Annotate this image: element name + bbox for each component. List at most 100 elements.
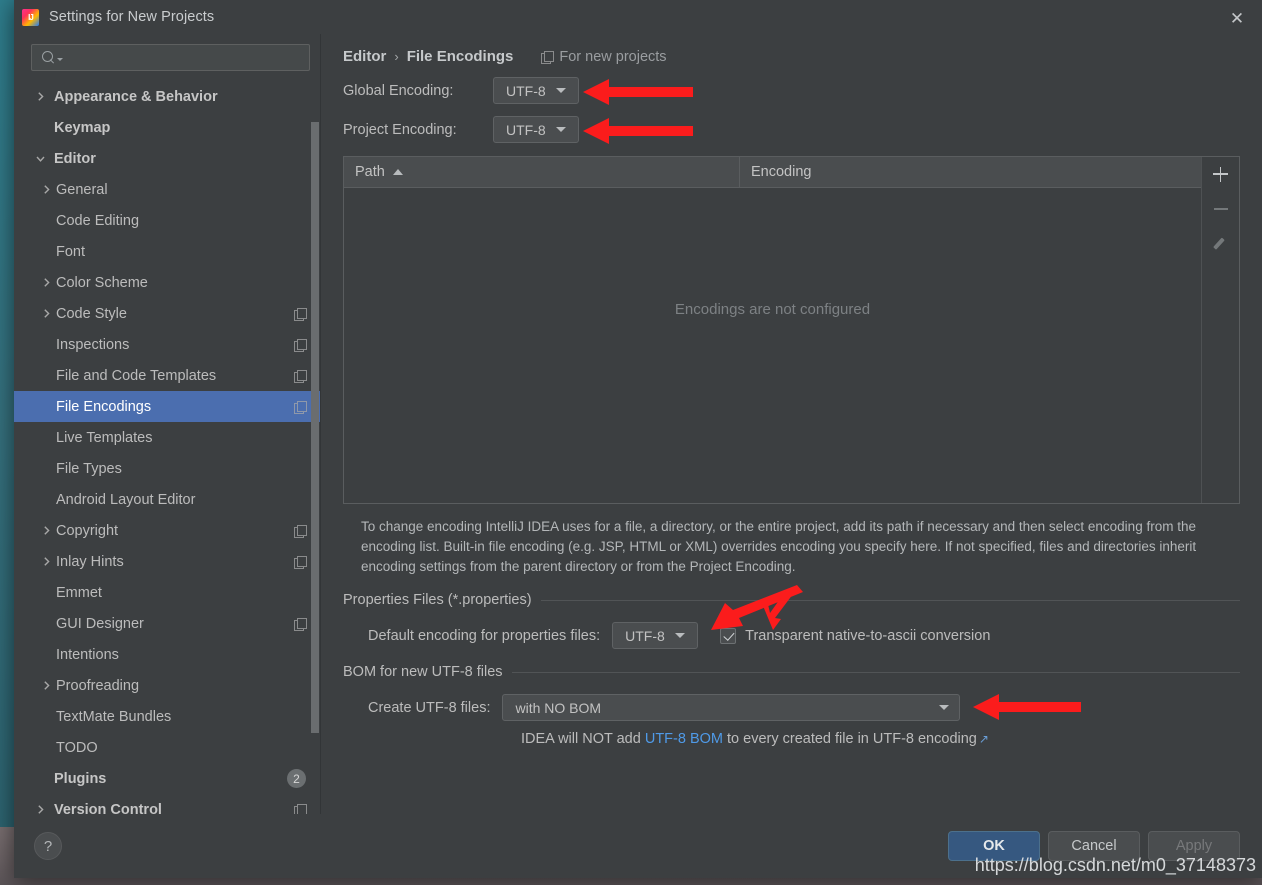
column-header-path-label: Path — [355, 164, 385, 180]
plus-icon — [1213, 166, 1228, 182]
properties-files-group-title: Properties Files (*.properties) — [343, 592, 532, 608]
add-encoding-button[interactable] — [1208, 161, 1234, 187]
sidebar-item-label: Plugins — [54, 770, 107, 787]
global-encoding-label: Global Encoding: — [343, 82, 454, 99]
create-utf8-row: Create UTF-8 files: with NO BOM — [343, 694, 1240, 721]
column-header-encoding[interactable]: Encoding — [740, 157, 822, 187]
chevron-right-icon — [38, 184, 54, 195]
sidebar-item-label: File Types — [56, 460, 122, 477]
sidebar-item-font[interactable]: Font — [14, 236, 320, 267]
footer-buttons: OK Cancel Apply — [948, 831, 1240, 861]
sidebar-item-color-scheme[interactable]: Color Scheme — [14, 267, 320, 298]
chevron-right-icon — [32, 804, 48, 814]
encodings-table-main: Path Encoding Encodings are not configur… — [344, 157, 1201, 503]
sidebar-item-file-and-code-templates[interactable]: File and Code Templates — [14, 360, 320, 391]
help-button[interactable]: ? — [34, 832, 62, 860]
settings-tree: Appearance & Behavior Keymap Editor General… — [14, 79, 320, 814]
project-encoding-row: Project Encoding: UTF-8 — [343, 116, 1240, 144]
sidebar-item-copyright[interactable]: Copyright — [14, 515, 320, 546]
global-encoding-combo[interactable]: UTF-8 — [493, 77, 579, 104]
sidebar-item-inspections[interactable]: Inspections — [14, 329, 320, 360]
intellij-idea-icon — [22, 8, 39, 26]
global-encoding-value: UTF-8 — [506, 82, 546, 99]
properties-files-group: Properties Files (*.properties) Default … — [343, 585, 1240, 649]
sidebar-item-live-templates[interactable]: Live Templates — [14, 422, 320, 453]
sidebar-item-code-editing[interactable]: Code Editing — [14, 205, 320, 236]
sidebar-item-proofreading[interactable]: Proofreading — [14, 670, 320, 701]
sidebar-item-code-style[interactable]: Code Style — [14, 298, 320, 329]
project-encoding-label: Project Encoding: — [343, 121, 457, 138]
column-header-path[interactable]: Path — [344, 157, 740, 187]
chevron-right-icon — [38, 680, 54, 691]
utf8-bom-link[interactable]: UTF-8 BOM — [645, 731, 723, 747]
sidebar-item-editor[interactable]: Editor — [14, 143, 320, 174]
sidebar-item-file-encodings[interactable]: File Encodings — [14, 391, 320, 422]
sidebar-item-todo[interactable]: TODO — [14, 732, 320, 763]
copy-scope-icon — [541, 50, 555, 64]
bom-group-header: BOM for new UTF-8 files — [343, 664, 1240, 680]
chevron-down-icon — [555, 127, 566, 132]
transparent-conversion-label: Transparent native-to-ascii conversion — [745, 627, 991, 644]
sidebar-item-label: TextMate Bundles — [56, 708, 172, 725]
apply-button[interactable]: Apply — [1148, 831, 1240, 861]
sidebar-item-gui-designer[interactable]: GUI Designer — [14, 608, 320, 639]
sidebar-item-label: Code Editing — [56, 212, 140, 229]
chevron-right-icon — [38, 556, 54, 567]
sidebar-item-file-types[interactable]: File Types — [14, 453, 320, 484]
properties-encoding-row: Default encoding for properties files: U… — [343, 585, 1240, 649]
sidebar-item-label: File and Code Templates — [56, 367, 217, 384]
search-input[interactable] — [63, 50, 303, 65]
bom-hint-suffix: to every created file in UTF-8 encoding — [722, 731, 977, 747]
dialog-titlebar: Settings for New Projects ✕ — [14, 0, 1262, 34]
create-utf8-value: with NO BOM — [515, 699, 602, 716]
sidebar-item-label: General — [56, 181, 108, 198]
sidebar-item-label: Inspections — [56, 336, 130, 353]
copy-scope-icon — [294, 400, 307, 414]
sidebar-item-emmet[interactable]: Emmet — [14, 577, 320, 608]
sidebar-item-version-control[interactable]: Version Control — [14, 794, 320, 814]
encodings-description: To change encoding IntelliJ IDEA uses fo… — [361, 519, 1197, 574]
project-encoding-combo[interactable]: UTF-8 — [493, 116, 579, 143]
remove-encoding-button[interactable] — [1208, 196, 1234, 222]
sidebar-item-label: Keymap — [54, 119, 111, 136]
sort-ascending-icon — [392, 169, 403, 175]
plugins-update-badge: 2 — [287, 769, 306, 788]
copy-scope-icon — [294, 369, 307, 383]
sidebar-item-label: Copyright — [56, 522, 119, 539]
sidebar-item-intentions[interactable]: Intentions — [14, 639, 320, 670]
chevron-down-icon — [32, 153, 48, 164]
sidebar-item-label: Proofreading — [56, 677, 140, 694]
copy-scope-icon — [294, 803, 307, 814]
sidebar-item-label: Inlay Hints — [56, 553, 124, 570]
copy-scope-icon — [294, 617, 307, 631]
sidebar-item-label: Live Templates — [56, 429, 153, 446]
sidebar-item-android-layout-editor[interactable]: Android Layout Editor — [14, 484, 320, 515]
sidebar-item-keymap[interactable]: Keymap — [14, 112, 320, 143]
properties-encoding-combo[interactable]: UTF-8 — [612, 622, 699, 649]
breadcrumb-parent[interactable]: Editor — [343, 48, 386, 65]
breadcrumb: Editor › File Encodings For new projects — [343, 48, 1240, 65]
chevron-right-icon — [38, 277, 54, 288]
edit-pencil-icon — [1213, 236, 1229, 252]
edit-encoding-button[interactable] — [1208, 231, 1234, 257]
ok-button[interactable]: OK — [948, 831, 1040, 861]
sidebar-item-general[interactable]: General — [14, 174, 320, 205]
global-encoding-row: Global Encoding: UTF-8 — [343, 77, 1240, 105]
transparent-conversion-checkbox[interactable]: Transparent native-to-ascii conversion — [720, 627, 991, 644]
sidebar-item-appearance-behavior[interactable]: Appearance & Behavior — [14, 81, 320, 112]
sidebar-item-label: Version Control — [54, 801, 162, 815]
sidebar-item-inlay-hints[interactable]: Inlay Hints — [14, 546, 320, 577]
chevron-down-icon — [939, 705, 950, 710]
cancel-button[interactable]: Cancel — [1048, 831, 1140, 861]
properties-encoding-label: Default encoding for properties files: — [368, 627, 601, 644]
create-utf8-combo[interactable]: with NO BOM — [502, 694, 961, 721]
sidebar-item-plugins[interactable]: Plugins 2 — [14, 763, 320, 794]
bom-group-title: BOM for new UTF-8 files — [343, 664, 503, 680]
chevron-down-icon — [555, 88, 566, 93]
sidebar-item-textmate-bundles[interactable]: TextMate Bundles — [14, 701, 320, 732]
chevron-right-icon — [32, 91, 48, 102]
close-icon[interactable]: ✕ — [1226, 7, 1248, 29]
search-box[interactable] — [31, 44, 310, 71]
sidebar-scrollbar[interactable] — [311, 122, 319, 733]
bom-group: BOM for new UTF-8 files Create UTF-8 fil… — [343, 664, 1240, 747]
